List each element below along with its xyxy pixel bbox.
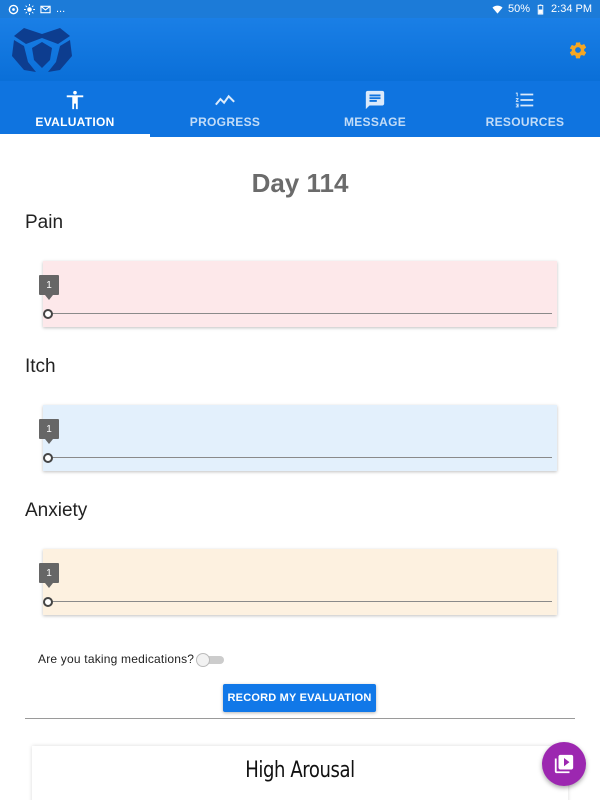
tab-progress[interactable]: PROGRESS <box>150 81 300 137</box>
toggle-knob <box>196 653 211 667</box>
video-library-fab[interactable] <box>542 742 586 786</box>
record-evaluation-button[interactable]: RECORD MY EVALUATION <box>223 684 376 712</box>
medication-row: Are you taking medications? <box>38 652 225 667</box>
tab-message[interactable]: MESSAGE <box>300 81 450 137</box>
app-logo <box>10 24 74 78</box>
tab-resources-label: RESOURCES <box>485 115 565 129</box>
message-icon <box>365 90 385 110</box>
status-time: 2:34 PM <box>551 3 592 15</box>
itch-label: Itch <box>25 356 56 377</box>
anxiety-slider-track[interactable] <box>48 601 552 602</box>
battery-percent: 50% <box>508 3 531 15</box>
tab-evaluation[interactable]: EVALUATION <box>0 81 150 137</box>
pain-slider-track[interactable] <box>48 313 552 314</box>
list-numbered-icon <box>515 92 534 108</box>
anxiety-slider-value: 1 <box>39 563 59 588</box>
trending-icon <box>215 94 235 106</box>
wifi-icon <box>492 4 503 15</box>
tab-bar: EVALUATION PROGRESS MESSAGE RESOURCES <box>0 81 600 137</box>
sync-icon <box>8 4 19 15</box>
pain-slider[interactable]: 1 <box>39 261 557 327</box>
anxiety-label: Anxiety <box>25 500 88 521</box>
resource-preview-card[interactable]: High Arousal <box>32 746 568 800</box>
brightness-icon <box>24 3 35 15</box>
status-bar: ... 50% 2:34 PM <box>0 0 600 18</box>
itch-slider-track[interactable] <box>48 457 552 458</box>
app-bar <box>0 18 600 81</box>
settings-gear-icon[interactable] <box>568 40 588 60</box>
pain-slider-value: 1 <box>39 275 59 300</box>
preview-title: High Arousal <box>245 758 355 783</box>
medication-question: Are you taking medications? <box>38 652 195 666</box>
video-library-icon <box>554 754 574 774</box>
medication-toggle[interactable] <box>196 653 225 667</box>
accessibility-icon <box>66 90 84 110</box>
tab-message-label: MESSAGE <box>343 115 407 129</box>
page-title: Day 114 <box>251 168 349 198</box>
tab-progress-label: PROGRESS <box>189 115 261 129</box>
itch-slider[interactable]: 1 <box>39 405 557 471</box>
tab-resources[interactable]: RESOURCES <box>450 81 600 137</box>
pain-slider-thumb[interactable] <box>43 309 53 319</box>
pain-label: Pain <box>25 212 64 233</box>
itch-slider-thumb[interactable] <box>43 453 53 463</box>
status-overflow-dots: ... <box>56 3 66 15</box>
mail-icon <box>40 4 51 15</box>
itch-slider-value: 1 <box>39 419 59 444</box>
battery-icon <box>535 3 546 15</box>
anxiety-slider-thumb[interactable] <box>43 597 53 607</box>
tab-evaluation-label: EVALUATION <box>35 115 115 129</box>
anxiety-slider[interactable]: 1 <box>39 549 557 615</box>
divider <box>25 718 575 719</box>
